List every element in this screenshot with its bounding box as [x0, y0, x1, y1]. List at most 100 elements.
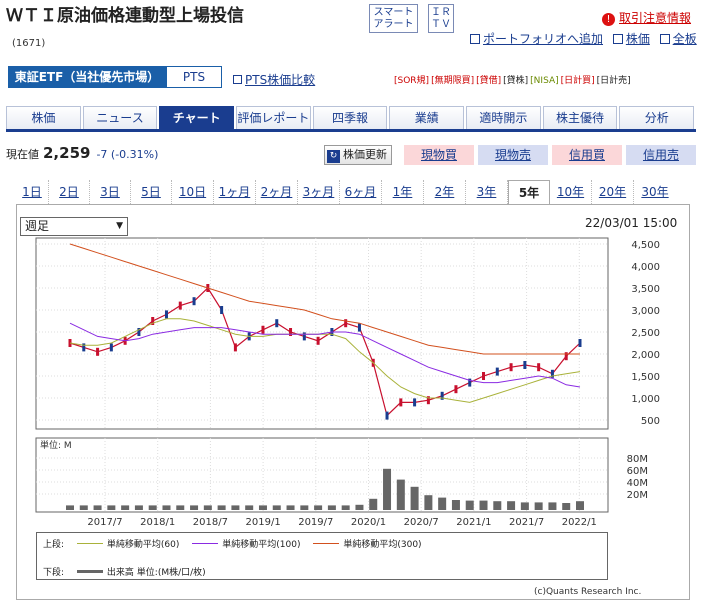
- price-candle: [357, 323, 361, 332]
- lower-grid: [36, 438, 608, 512]
- volume-bar: [203, 505, 212, 510]
- x-tick-label: 2019/7: [298, 517, 333, 528]
- volume-bar: [176, 505, 185, 510]
- price-candle: [385, 411, 389, 420]
- x-tick-label: 2018/7: [193, 517, 228, 528]
- price-candle: [316, 336, 320, 345]
- price-candle: [275, 319, 279, 328]
- volume-bar: [134, 505, 143, 510]
- lower-chart-frame: 20M40M60M80M 単位: M: [35, 437, 648, 513]
- lower-y-axis: 20M40M60M80M: [627, 454, 648, 501]
- legend-ma60-text: 単純移動平均(60): [106, 540, 180, 550]
- volume-bar: [148, 505, 157, 510]
- volume-bar: [245, 505, 254, 510]
- upper-y-tick-label: 3,500: [631, 284, 660, 295]
- volume-bar: [231, 505, 240, 510]
- volume-bar: [93, 505, 102, 510]
- volume-bar: [355, 504, 364, 510]
- price-candle: [96, 347, 100, 356]
- volume-bar: [576, 501, 584, 510]
- volume-bar: [300, 505, 309, 510]
- price-candle: [523, 361, 527, 369]
- volume-bar: [190, 505, 199, 510]
- volume-bar: [507, 501, 516, 510]
- series-line-3: [69, 243, 580, 355]
- legend-volume: 出来高 単位:(M株/口/枚): [76, 565, 206, 578]
- price-volume-chart: 500 1,000 1,500 2,000 2,500 3,000 3,500 4,000 4,…: [35, 237, 660, 528]
- price-candle: [482, 372, 486, 380]
- price-candle: [233, 343, 237, 352]
- volume-bar: [548, 502, 557, 510]
- volume-bar: [258, 505, 267, 510]
- volume-bar: [66, 505, 74, 510]
- upper-y-tick-label: 2,000: [631, 350, 660, 361]
- price-candle: [220, 306, 224, 314]
- copyright: (c)Quants Research Inc.: [534, 587, 642, 597]
- price-candle: [509, 363, 513, 372]
- x-axis: 2017/7 2018/1 2018/7 2019/1 2019/7 2020/1 2020…: [87, 517, 596, 528]
- lower-y-tick-label: 40M: [627, 478, 648, 489]
- price-candle: [164, 310, 168, 319]
- lower-chart-border: [35, 437, 609, 513]
- legend-ma100-text: 単純移動平均(100): [222, 540, 301, 550]
- volume-bar: [272, 505, 281, 510]
- legend-volume-text: 出来高 単位:(M株/口/枚): [106, 568, 206, 578]
- upper-y-tick-label: 4,500: [631, 240, 660, 251]
- volume-bar: [286, 505, 295, 510]
- price-candle: [261, 325, 265, 334]
- volume-bar: [341, 505, 350, 510]
- series-line-2: [69, 322, 581, 388]
- price-candle: [302, 332, 306, 341]
- volume-bar: [438, 497, 447, 510]
- upper-y-tick-label: 500: [641, 416, 660, 427]
- x-tick-label: 2018/1: [140, 517, 175, 528]
- chart-legend: 上段: 単純移動平均(60) 単純移動平均(100) 単純移動平均(300) 下…: [36, 532, 608, 580]
- upper-y-axis: 500 1,000 1,500 2,000 2,500 3,000 3,500 4,000 4,…: [631, 240, 660, 427]
- price-candle: [109, 343, 113, 352]
- upper-y-tick-label: 1,500: [631, 372, 660, 383]
- legend-upper-label: 上段:: [43, 540, 65, 550]
- volume-unit-label: 単位: M: [40, 439, 72, 451]
- volume-bar: [369, 498, 378, 510]
- lower-y-tick-label: 20M: [627, 490, 648, 501]
- volume-bar: [107, 505, 116, 510]
- volume-bar: [520, 502, 529, 510]
- legend-ma300: 単純移動平均(300): [313, 537, 422, 550]
- price-candle: [289, 328, 293, 336]
- legend-ma60: 単純移動平均(60): [76, 537, 180, 550]
- volume-bar: [217, 505, 226, 510]
- volume-bar: [79, 505, 88, 510]
- volume-bar: [396, 479, 405, 510]
- x-tick-label: 2022/1: [562, 517, 597, 528]
- price-candle: [413, 398, 417, 407]
- volume-bar: [314, 505, 323, 510]
- price-candle: [399, 398, 403, 407]
- x-tick-label: 2019/1: [246, 517, 281, 528]
- lower-y-tick-label: 80M: [627, 454, 648, 465]
- price-candle: [454, 385, 458, 394]
- price-candle: [192, 297, 196, 306]
- volume-bars: [66, 468, 584, 510]
- volume-bar: [327, 505, 336, 510]
- x-tick-label: 2021/1: [456, 517, 491, 528]
- series-line-1: [69, 318, 581, 403]
- lower-y-tick-label: 60M: [627, 466, 648, 477]
- x-tick-label: 2020/1: [351, 517, 386, 528]
- price-candle: [537, 363, 541, 372]
- volume-bar: [534, 502, 543, 510]
- volume-bar: [465, 500, 474, 510]
- x-tick-label: 2017/7: [87, 517, 122, 528]
- volume-bar: [424, 495, 433, 510]
- upper-chart-frame: 500 1,000 1,500 2,000 2,500 3,000 3,500 4,000 4,…: [35, 237, 660, 430]
- upper-y-tick-label: 3,000: [631, 306, 660, 317]
- volume-bar: [451, 500, 460, 510]
- series-line-0: [69, 287, 581, 417]
- x-tick-label: 2021/7: [509, 517, 544, 528]
- upper-y-tick-label: 4,000: [631, 262, 660, 273]
- price-candle: [495, 367, 499, 376]
- price-candle: [178, 301, 182, 310]
- legend-ma300-text: 単純移動平均(300): [343, 540, 422, 550]
- volume-bar: [410, 486, 419, 510]
- volume-bar: [493, 501, 502, 510]
- volume-bar: [383, 468, 392, 510]
